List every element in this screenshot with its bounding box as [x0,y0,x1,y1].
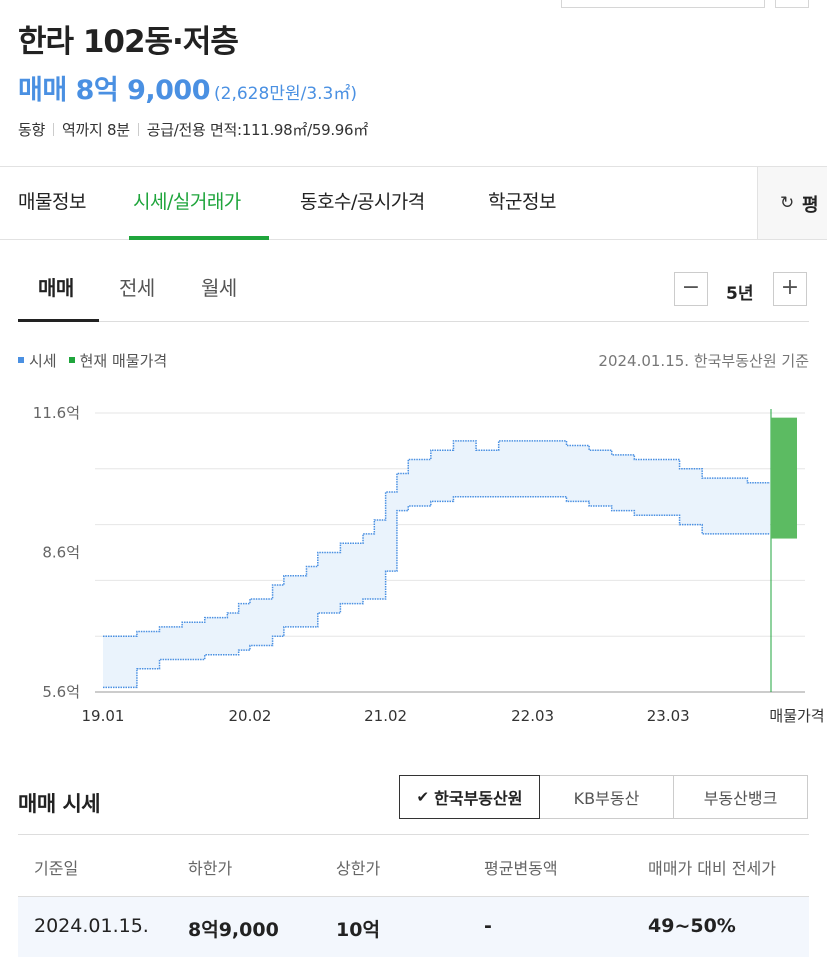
source-reb-button[interactable]: ✔ 한국부동산원 [399,775,540,819]
period-decrease-button[interactable]: − [674,272,708,306]
x-tick-label: 22.03 [511,707,554,725]
header-jeonse-ratio: 매매가 대비 전세가 [648,859,776,878]
cell-lower-price: 8억9,000 [188,919,279,941]
legend-swatch [18,357,24,363]
source-selector: ✔ 한국부동산원 KB부동산 부동산뱅크 [399,775,808,819]
legend-label-listing: 현재 매물가격 [79,352,168,370]
tab-listing-info[interactable]: 매물정보 [18,187,86,214]
source-kb-label: KB부동산 [573,789,640,808]
active-subtab-underline [18,319,99,322]
listing-title: 한라 102동·저층 [18,24,239,60]
period-increase-button[interactable]: + [773,272,807,306]
source-bank-label: 부동산뱅크 [703,789,778,808]
header-lower-price: 하한가 [188,859,233,878]
header-base-date: 기준일 [34,859,79,878]
price-line: 매매 8억 9,000 (2,628만원/3.3㎡) [18,68,357,107]
listing-price-bar [771,417,797,539]
legend-label-market: 시세 [29,352,57,370]
tab-sale[interactable]: 매매 [38,272,74,301]
header-avg-change: 평균변동액 [484,859,558,878]
top-cutoff-box [561,0,765,8]
legend-item-listing: 현재 매물가격 [68,352,168,370]
market-price-title: 매매 시세 [18,792,101,816]
cell-base-date: 2024.01.15. [34,915,149,937]
refresh-icon: ↻ [780,193,795,213]
tab-monthly-rent[interactable]: 월세 [201,272,237,301]
tab-school-info[interactable]: 학군정보 [488,187,556,214]
x-tick-label: 매물가격 [769,707,824,725]
tab-unit-official-price[interactable]: 동호수/공시가격 [300,187,425,214]
deal-type-tabs: 매매 전세 월세 − 5년 + [18,262,809,322]
direction-info: 동향 [18,121,46,139]
y-tick-label: 5.6억 [42,683,80,701]
source-bank-button[interactable]: 부동산뱅크 [673,775,808,819]
y-tick-label: 11.6억 [33,404,80,422]
y-tick-label: 8.6억 [42,544,80,562]
pyeong-toggle-button[interactable]: ↻ 평 [757,167,827,239]
table-row: 2024.01.15. 8억9,000 10억 - 49~50% [18,897,809,957]
price-chart[interactable]: 11.6억 8.6억 5.6억19.01 20.02 21.02 22.03 23.03 매물… [0,395,827,730]
period-label: 5년 [726,284,754,304]
legend-item-market: 시세 [18,352,57,370]
x-tick-label: 21.02 [364,707,407,725]
data-basis-date: 2024.01.15. 한국부동산원 기준 [598,352,809,370]
main-tab-bar: 매물정보 시세/실거래가 동호수/공시가격 학군정보 ↻ 평 [0,166,827,240]
price-per-pyeong: (2,628만원/3.3㎡) [214,84,357,104]
legend-swatch [68,357,75,363]
cell-avg-change: - [484,915,492,937]
top-cutoff-box-small [775,0,809,8]
header-upper-price: 상한가 [336,859,381,878]
x-tick-label: 20.02 [228,707,271,725]
sale-price: 매매 8억 9,000 [18,75,211,106]
x-tick-label: 23.03 [647,707,690,725]
x-tick-label: 19.01 [82,707,125,725]
cell-jeonse-ratio: 49~50% [648,915,736,937]
active-tab-underline [129,236,269,240]
source-reb-label: 한국부동산원 [434,789,523,808]
pyeong-label: 평 [802,195,819,216]
lower-price-line [103,495,770,689]
listing-info: 동향 역까지 8분 공급/전용 면적:111.98㎡/59.96㎡ [18,119,368,140]
table-header: 기준일 하한가 상한가 평균변동액 매매가 대비 전세가 [18,835,809,897]
tab-jeonse[interactable]: 전세 [119,272,155,301]
check-icon: ✔ [416,788,430,806]
market-price-band [103,440,770,688]
tab-market-price[interactable]: 시세/실거래가 [133,187,241,214]
area-info: 공급/전용 면적:111.98㎡/59.96㎡ [146,121,369,139]
chart-legend: 시세 현재 매물가격 [18,350,179,371]
station-info: 역까지 8분 [62,121,130,139]
source-kb-button[interactable]: KB부동산 [539,775,674,819]
divider [53,123,55,136]
divider [137,123,139,136]
market-price-table: 기준일 하한가 상한가 평균변동액 매매가 대비 전세가 2024.01.15.… [18,834,809,957]
cell-upper-price: 10억 [336,919,380,941]
